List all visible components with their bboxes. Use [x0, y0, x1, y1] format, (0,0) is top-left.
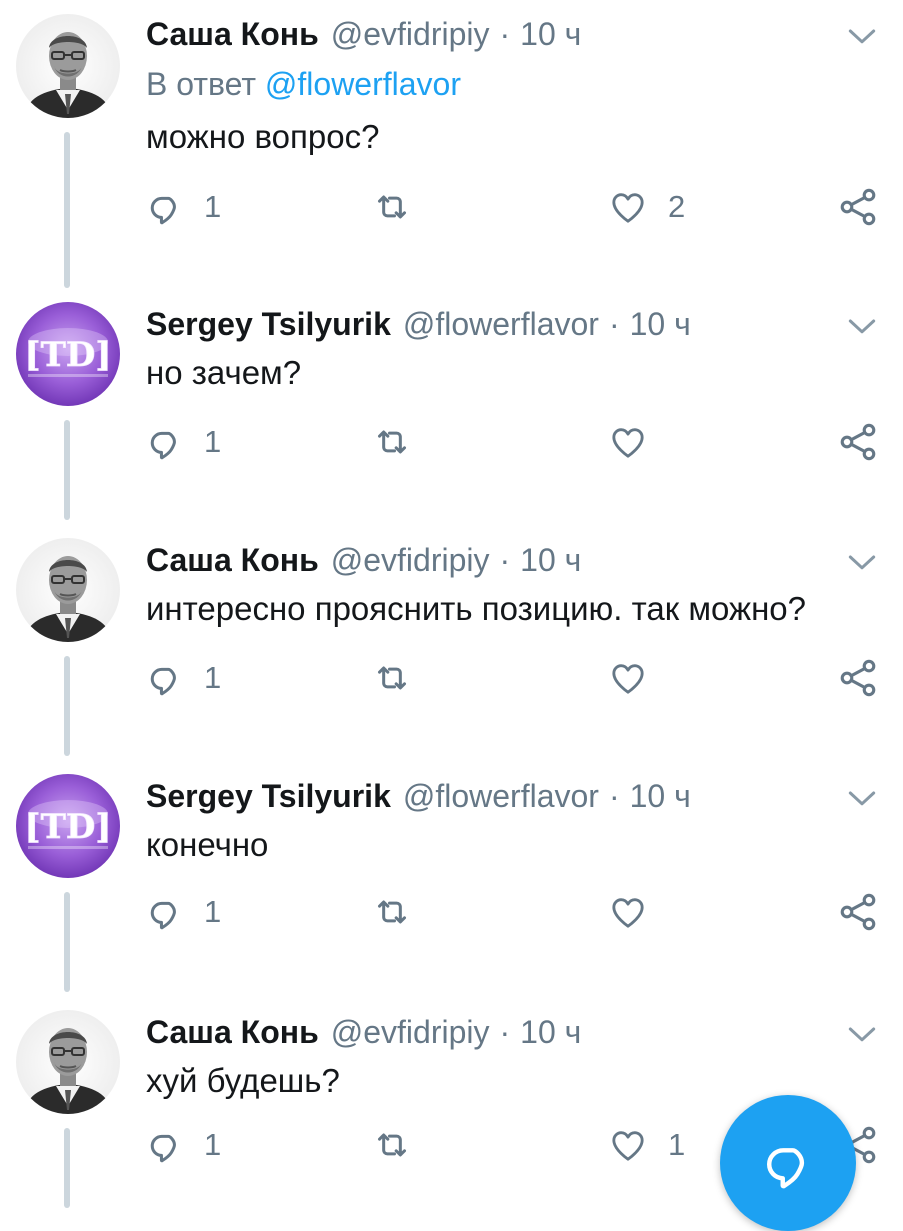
- heart-icon: [608, 658, 648, 698]
- tweet-text: можно вопрос?: [146, 118, 380, 155]
- avatar[interactable]: [16, 538, 120, 642]
- reply-button[interactable]: 1: [146, 653, 221, 703]
- author-name[interactable]: Саша Конь: [146, 1014, 319, 1051]
- share-icon: [836, 890, 880, 934]
- retweet-icon: [372, 422, 412, 462]
- separator-dot: ·: [499, 541, 511, 578]
- heart-icon: [608, 1125, 648, 1165]
- reply-count: 1: [204, 424, 222, 459]
- retweet-button[interactable]: [372, 182, 432, 232]
- reply-icon: [146, 188, 184, 226]
- reply-count: 1: [204, 1127, 222, 1162]
- heart-icon: [608, 422, 648, 462]
- retweet-icon: [372, 892, 412, 932]
- chevron-down-icon[interactable]: [842, 542, 882, 582]
- tweet-actions: 1: [0, 417, 903, 467]
- tweet[interactable]: Sergey Tsilyurik @flowerflavor · 10 ч но…: [0, 290, 903, 526]
- reply-count: 1: [204, 660, 222, 695]
- author-name[interactable]: Sergey Tsilyurik: [146, 778, 391, 815]
- like-count: 1: [668, 1127, 686, 1162]
- retweet-button[interactable]: [372, 1120, 432, 1170]
- like-button[interactable]: [608, 887, 668, 937]
- like-button[interactable]: 2: [608, 182, 685, 232]
- retweet-icon: [372, 658, 412, 698]
- share-button[interactable]: [836, 182, 880, 232]
- replying-to: В ответ @flowerflavor: [146, 66, 461, 103]
- separator-dot: ·: [608, 305, 620, 342]
- share-icon: [836, 185, 880, 229]
- like-count: 2: [668, 189, 686, 224]
- reply-button[interactable]: 1: [146, 887, 221, 937]
- reply-button[interactable]: 1: [146, 182, 221, 232]
- author-handle[interactable]: @flowerflavor: [403, 778, 599, 815]
- retweet-icon: [372, 187, 412, 227]
- tweet-header: Саша Конь @evfidripiy · 10 ч: [146, 538, 581, 582]
- tweet[interactable]: Саша Конь @evfidripiy · 10 ч интересно п…: [0, 526, 903, 762]
- tweet-header: Саша Конь @evfidripiy · 10 ч: [146, 1010, 581, 1054]
- avatar[interactable]: [16, 302, 120, 406]
- tweet-actions: 1: [0, 653, 903, 703]
- retweet-icon: [372, 1125, 412, 1165]
- tweet-header: Саша Конь @evfidripiy · 10 ч: [146, 12, 581, 56]
- tweet-text: хуй будешь?: [146, 1062, 340, 1099]
- tweet-text: интересно прояснить позицию. так можно?: [146, 590, 806, 627]
- reply-icon: [146, 423, 184, 461]
- tweet-text: конечно: [146, 826, 269, 863]
- chevron-down-icon[interactable]: [842, 1014, 882, 1054]
- compose-reply-icon: [767, 1148, 805, 1189]
- retweet-button[interactable]: [372, 653, 432, 703]
- heart-icon: [608, 892, 648, 932]
- chevron-down-icon[interactable]: [842, 778, 882, 818]
- reply-count: 1: [204, 189, 222, 224]
- conversation-thread: Саша Конь @evfidripiy · 10 ч В ответ @fl…: [0, 0, 903, 1231]
- tweet-text: но зачем?: [146, 354, 302, 391]
- timestamp[interactable]: 10 ч: [520, 16, 581, 53]
- like-button[interactable]: [608, 653, 668, 703]
- tweet-actions: 1: [0, 887, 903, 937]
- avatar[interactable]: [16, 774, 120, 878]
- retweet-button[interactable]: [372, 887, 432, 937]
- chevron-down-icon[interactable]: [842, 16, 882, 56]
- share-button[interactable]: [836, 887, 880, 937]
- reply-button[interactable]: 1: [146, 417, 221, 467]
- timestamp[interactable]: 10 ч: [520, 542, 581, 579]
- author-name[interactable]: Саша Конь: [146, 16, 319, 53]
- author-handle[interactable]: @evfidripiy: [331, 16, 490, 53]
- tweet-header: Sergey Tsilyurik @flowerflavor · 10 ч: [146, 774, 691, 818]
- share-icon: [836, 656, 880, 700]
- tweet-actions: 1 2: [0, 182, 903, 232]
- share-button[interactable]: [836, 417, 880, 467]
- tweet-header: Sergey Tsilyurik @flowerflavor · 10 ч: [146, 302, 691, 346]
- like-button[interactable]: 1: [608, 1120, 685, 1170]
- reply-icon: [146, 893, 184, 931]
- replying-to-label: В ответ: [146, 66, 257, 102]
- chevron-down-icon[interactable]: [842, 306, 882, 346]
- share-icon: [836, 420, 880, 464]
- author-handle[interactable]: @evfidripiy: [331, 542, 490, 579]
- avatar[interactable]: [16, 1010, 120, 1114]
- compose-reply-button[interactable]: [720, 1095, 856, 1231]
- tweet[interactable]: Саша Конь @evfidripiy · 10 ч В ответ @fl…: [0, 0, 903, 300]
- reply-count: 1: [204, 894, 222, 929]
- author-handle[interactable]: @flowerflavor: [403, 306, 599, 343]
- reply-icon: [146, 1126, 184, 1164]
- heart-icon: [608, 187, 648, 227]
- like-button[interactable]: [608, 417, 668, 467]
- retweet-button[interactable]: [372, 417, 432, 467]
- author-handle[interactable]: @evfidripiy: [331, 1014, 490, 1051]
- mention-link[interactable]: @flowerflavor: [265, 66, 461, 102]
- reply-button[interactable]: 1: [146, 1120, 221, 1170]
- timestamp[interactable]: 10 ч: [630, 778, 691, 815]
- separator-dot: ·: [499, 1013, 511, 1050]
- author-name[interactable]: Sergey Tsilyurik: [146, 306, 391, 343]
- share-button[interactable]: [836, 653, 880, 703]
- separator-dot: ·: [499, 15, 511, 52]
- separator-dot: ·: [608, 777, 620, 814]
- timestamp[interactable]: 10 ч: [520, 1014, 581, 1051]
- avatar[interactable]: [16, 14, 120, 118]
- tweet[interactable]: Sergey Tsilyurik @flowerflavor · 10 ч ко…: [0, 762, 903, 998]
- timestamp[interactable]: 10 ч: [630, 306, 691, 343]
- reply-icon: [146, 659, 184, 697]
- author-name[interactable]: Саша Конь: [146, 542, 319, 579]
